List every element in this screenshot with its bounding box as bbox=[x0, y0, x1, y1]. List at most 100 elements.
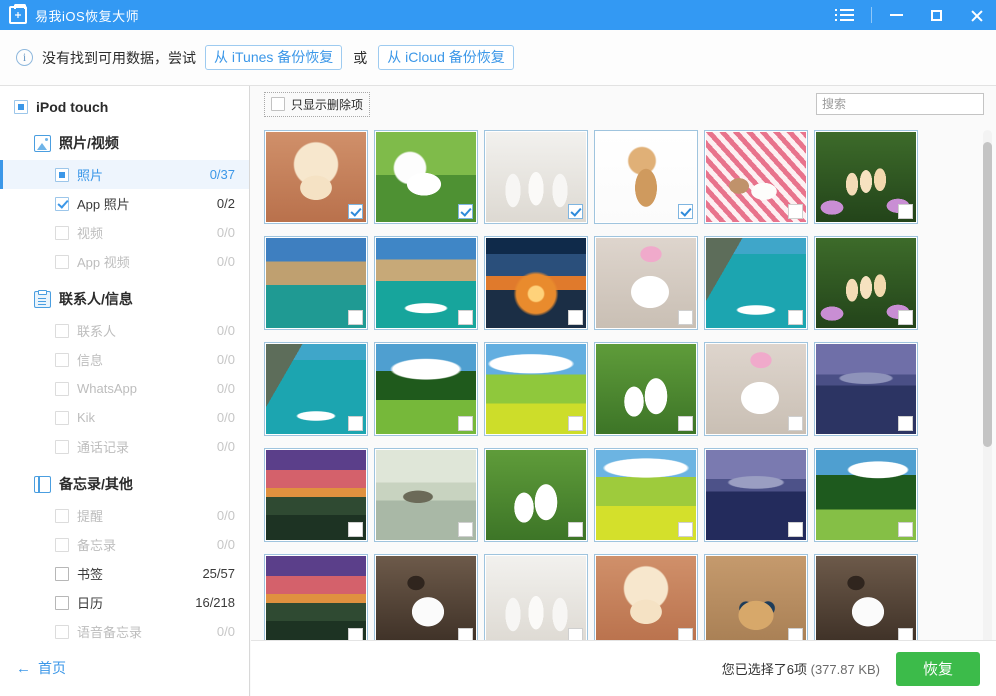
restore-from-icloud-button[interactable]: 从 iCloud 备份恢复 bbox=[378, 45, 513, 70]
item-checkbox[interactable] bbox=[55, 567, 69, 581]
thumbnail-checkbox[interactable] bbox=[348, 310, 363, 325]
thumbnail-item[interactable] bbox=[484, 130, 588, 224]
only-deleted-checkbox[interactable] bbox=[271, 97, 285, 111]
search-box[interactable] bbox=[816, 93, 984, 115]
item-label: 视频 bbox=[77, 223, 103, 242]
sidebar-item-photos[interactable]: 照片 0/37 bbox=[0, 160, 249, 189]
item-checkbox[interactable] bbox=[55, 168, 69, 182]
thumbnail-checkbox[interactable] bbox=[348, 416, 363, 431]
thumbnail-checkbox[interactable] bbox=[788, 204, 803, 219]
thumbnail-checkbox[interactable] bbox=[678, 416, 693, 431]
device-node[interactable]: iPod touch bbox=[0, 94, 249, 120]
thumbnail-item[interactable] bbox=[704, 130, 808, 224]
thumbnail-checkbox[interactable] bbox=[458, 204, 473, 219]
thumbnail-item[interactable] bbox=[594, 236, 698, 330]
thumbnail-item[interactable] bbox=[814, 342, 918, 436]
home-link[interactable]: ← 首页 bbox=[16, 658, 66, 678]
item-label: 通话记录 bbox=[77, 437, 129, 456]
thumbnail-item[interactable] bbox=[704, 554, 808, 648]
thumbnail-checkbox[interactable] bbox=[788, 522, 803, 537]
thumbnail-item[interactable] bbox=[374, 236, 478, 330]
close-button[interactable] bbox=[956, 0, 996, 30]
thumbnail-item[interactable] bbox=[814, 236, 918, 330]
thumbnail-item[interactable] bbox=[814, 448, 918, 542]
group-header-photos[interactable]: 照片/视频 bbox=[0, 126, 249, 160]
item-checkbox bbox=[55, 353, 69, 367]
item-checkbox[interactable] bbox=[55, 596, 69, 610]
minimize-button[interactable] bbox=[876, 0, 916, 30]
thumbnail-item[interactable] bbox=[264, 448, 368, 542]
thumbnail-item[interactable] bbox=[374, 342, 478, 436]
thumbnail-checkbox[interactable] bbox=[458, 416, 473, 431]
thumbnail-item[interactable] bbox=[264, 236, 368, 330]
thumbnail-item[interactable] bbox=[704, 342, 808, 436]
thumbnail-checkbox[interactable] bbox=[898, 522, 913, 537]
sidebar-item-calendar[interactable]: 日历 16/218 bbox=[0, 588, 249, 617]
sidebar-item-app-videos: App 视频 0/0 bbox=[0, 247, 249, 276]
scrollbar-thumb[interactable] bbox=[983, 142, 992, 447]
thumbnail-checkbox[interactable] bbox=[788, 310, 803, 325]
thumbnail-checkbox[interactable] bbox=[898, 310, 913, 325]
arrow-left-icon: ← bbox=[16, 661, 31, 676]
thumbnail-checkbox[interactable] bbox=[678, 310, 693, 325]
thumbnail-item[interactable] bbox=[484, 236, 588, 330]
thumbnail-item[interactable] bbox=[374, 448, 478, 542]
search-input[interactable] bbox=[822, 97, 978, 111]
thumbnail-item[interactable] bbox=[264, 130, 368, 224]
sidebar-item-whatsapp: WhatsApp 0/0 bbox=[0, 374, 249, 403]
thumbnail-item[interactable] bbox=[814, 130, 918, 224]
thumbnail-checkbox[interactable] bbox=[458, 522, 473, 537]
recover-button[interactable]: 恢复 bbox=[896, 652, 980, 686]
only-deleted-toggle[interactable]: 只显示删除项 bbox=[264, 92, 370, 117]
item-checkbox[interactable] bbox=[55, 197, 69, 211]
sidebar-item-contacts: 联系人 0/0 bbox=[0, 316, 249, 345]
thumbnail-checkbox[interactable] bbox=[568, 416, 583, 431]
thumbnail-item[interactable] bbox=[484, 342, 588, 436]
thumbnail-item[interactable] bbox=[594, 448, 698, 542]
title-bar: 易我iOS恢复大师 bbox=[0, 0, 996, 30]
thumbnail-item[interactable] bbox=[704, 236, 808, 330]
thumbnail-checkbox[interactable] bbox=[568, 522, 583, 537]
thumbnail-item[interactable] bbox=[264, 554, 368, 648]
thumbnail-checkbox[interactable] bbox=[348, 204, 363, 219]
info-circle-icon: i bbox=[16, 49, 33, 66]
photo-group-icon bbox=[34, 135, 51, 152]
item-count: 0/0 bbox=[217, 225, 235, 240]
hamburger-menu-icon[interactable] bbox=[827, 0, 867, 30]
device-label: iPod touch bbox=[36, 99, 108, 115]
thumbnail-checkbox[interactable] bbox=[568, 204, 583, 219]
sidebar-item-app-photos[interactable]: App 照片 0/2 bbox=[0, 189, 249, 218]
thumbnail-item[interactable] bbox=[594, 342, 698, 436]
thumbnail-item[interactable] bbox=[704, 448, 808, 542]
thumbnail-checkbox[interactable] bbox=[898, 204, 913, 219]
thumbnail-checkbox[interactable] bbox=[568, 310, 583, 325]
device-checkbox[interactable] bbox=[14, 100, 28, 114]
window-controls bbox=[827, 0, 996, 30]
thumbnail-item[interactable] bbox=[484, 448, 588, 542]
thumbnail-checkbox[interactable] bbox=[788, 416, 803, 431]
group-header-contacts[interactable]: 联系人/信息 bbox=[0, 282, 249, 316]
item-checkbox bbox=[55, 538, 69, 552]
thumbnail-checkbox[interactable] bbox=[678, 522, 693, 537]
thumbnail-checkbox[interactable] bbox=[348, 522, 363, 537]
thumbnail-item[interactable] bbox=[264, 342, 368, 436]
maximize-button[interactable] bbox=[916, 0, 956, 30]
thumbnail-checkbox[interactable] bbox=[898, 416, 913, 431]
thumbnail-item[interactable] bbox=[484, 554, 588, 648]
vertical-scrollbar[interactable] bbox=[983, 130, 992, 690]
thumbnail-item[interactable] bbox=[594, 130, 698, 224]
group-header-notes[interactable]: 备忘录/其他 bbox=[0, 467, 249, 501]
thumbnail-item[interactable] bbox=[374, 130, 478, 224]
restore-from-itunes-button[interactable]: 从 iTunes 备份恢复 bbox=[205, 45, 342, 70]
thumbnail-checkbox[interactable] bbox=[458, 310, 473, 325]
category-tree: iPod touch 照片/视频 照片 0/37 App 照片 0/2 bbox=[0, 86, 249, 640]
thumbnail-item[interactable] bbox=[594, 554, 698, 648]
thumbnail-checkbox[interactable] bbox=[678, 204, 693, 219]
thumbnail-item[interactable] bbox=[814, 554, 918, 648]
group-label: 照片/视频 bbox=[59, 133, 119, 153]
contacts-group-icon bbox=[34, 291, 51, 308]
selection-summary: 您已选择了6项 (377.87 KB) bbox=[722, 659, 880, 678]
item-count: 0/37 bbox=[210, 167, 235, 182]
sidebar-item-bookmarks[interactable]: 书签 25/57 bbox=[0, 559, 249, 588]
thumbnail-item[interactable] bbox=[374, 554, 478, 648]
